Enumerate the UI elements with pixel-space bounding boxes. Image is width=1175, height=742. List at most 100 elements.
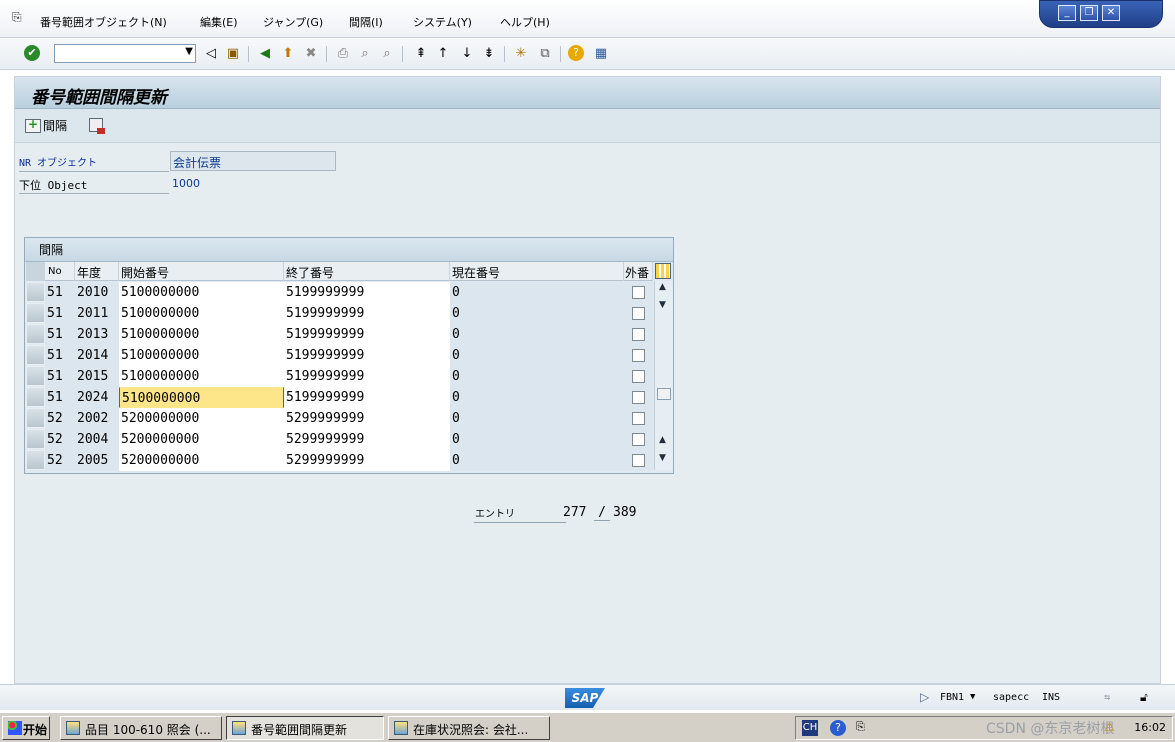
cell-current[interactable]: 0 [450, 450, 624, 471]
interval-button[interactable]: 間隔 [25, 117, 67, 134]
cell-end[interactable]: 5299999999 [284, 408, 450, 429]
cell-start[interactable]: 5200000000 [119, 429, 284, 450]
system-menu-icon[interactable]: ⎘ [12, 10, 28, 24]
external-checkbox[interactable] [632, 391, 645, 404]
cell-end[interactable]: 5199999999 [284, 366, 450, 387]
layout-icon[interactable]: ▦ [592, 45, 610, 63]
scroll-page-down-icon[interactable]: ▼ [659, 453, 666, 463]
restore-button[interactable]: ❐ [1080, 5, 1098, 21]
menu-system[interactable]: システム(Y) [413, 14, 472, 30]
command-field[interactable]: ▼ [54, 44, 196, 63]
dropdown-icon[interactable]: ▼ [185, 46, 193, 57]
cell-start[interactable]: 5100000000 [119, 345, 284, 366]
external-checkbox[interactable] [632, 433, 645, 446]
cell-start[interactable]: 5100000000 [119, 324, 284, 345]
menu-edit[interactable]: 編集(E) [200, 14, 238, 30]
menu-interval[interactable]: 間隔(I) [349, 14, 383, 30]
row-selector[interactable] [26, 366, 45, 386]
status-dropdown-icon[interactable]: ▼ [970, 692, 975, 702]
col-current-number[interactable]: 現在番号 [450, 262, 624, 281]
tray-help-icon[interactable]: ? [830, 720, 846, 736]
row-selector[interactable] [26, 345, 45, 365]
cell-current[interactable]: 0 [450, 366, 624, 387]
col-year[interactable]: 年度 [75, 262, 119, 281]
scroll-down-icon[interactable]: ▼ [659, 300, 666, 310]
cell-current[interactable]: 0 [450, 408, 624, 429]
cell-current[interactable]: 0 [450, 387, 624, 408]
shortcut-icon[interactable]: ⧉ [536, 45, 554, 63]
cancel-icon[interactable]: ✖ [302, 45, 320, 63]
cell-current[interactable]: 0 [450, 303, 624, 324]
prev-page-icon[interactable]: ↑ [434, 45, 452, 63]
find-icon[interactable]: ⌕ [356, 45, 374, 63]
cell-start[interactable]: 5200000000 [119, 408, 284, 429]
col-end-number[interactable]: 終了番号 [284, 262, 450, 281]
task-number-range-maintenance[interactable]: 番号範囲間隔更新 [226, 716, 384, 740]
menu-jump[interactable]: ジャンプ(G) [263, 14, 323, 30]
find-next-icon[interactable]: ⌕ [378, 45, 396, 63]
back-arrow-icon[interactable]: ◁ [202, 45, 220, 63]
row-selector[interactable] [26, 408, 45, 428]
external-checkbox[interactable] [632, 412, 645, 425]
help-icon[interactable]: ? [568, 45, 584, 61]
cell-end[interactable]: 5199999999 [284, 324, 450, 345]
cell-start[interactable]: 5100000000 [119, 282, 284, 303]
print-icon[interactable]: ⎙ [334, 45, 352, 63]
cell-current[interactable]: 0 [450, 324, 624, 345]
external-checkbox[interactable] [632, 349, 645, 362]
exit-icon[interactable]: ⬆ [279, 45, 297, 63]
back-icon[interactable]: ◀ [256, 45, 274, 63]
cell-end[interactable]: 5199999999 [284, 282, 450, 303]
cell-end[interactable]: 5199999999 [284, 387, 450, 408]
menu-number-range-object[interactable]: 番号範囲オブジェクト(N) [40, 14, 167, 30]
cell-start[interactable]: 5200000000 [119, 450, 284, 471]
lock-icon[interactable]: 🔓︎ [1140, 690, 1148, 705]
table-scrollbar[interactable]: ▲ ▼ ▲ ▼ [654, 281, 673, 470]
next-page-icon[interactable]: ↓ [458, 45, 476, 63]
table-settings-icon[interactable] [655, 263, 671, 279]
cell-current[interactable]: 0 [450, 282, 624, 303]
save-icon[interactable]: ▣ [224, 45, 242, 63]
cell-end[interactable]: 5199999999 [284, 303, 450, 324]
close-button[interactable]: ✕ [1102, 5, 1120, 21]
external-checkbox[interactable] [632, 307, 645, 320]
cell-start[interactable]: 5100000000 [119, 387, 284, 408]
row-selector[interactable] [26, 303, 45, 323]
new-session-icon[interactable]: ✳ [512, 45, 530, 63]
delete-interval-icon[interactable] [89, 118, 105, 134]
cell-start[interactable]: 5100000000 [119, 303, 284, 324]
row-selector[interactable] [26, 282, 45, 302]
cell-end[interactable]: 5199999999 [284, 345, 450, 366]
minimize-button[interactable]: _ [1058, 5, 1076, 21]
scroll-up-icon[interactable]: ▲ [659, 282, 666, 292]
menu-help[interactable]: ヘルプ(H) [500, 14, 550, 30]
col-start-number[interactable]: 開始番号 [119, 262, 284, 281]
cell-current[interactable]: 0 [450, 345, 624, 366]
cell-end[interactable]: 5299999999 [284, 450, 450, 471]
task-stock-overview[interactable]: 在庫状況照会: 会社... [388, 716, 550, 740]
row-selector[interactable] [26, 387, 45, 407]
check-icon[interactable]: ✔ [24, 45, 40, 61]
last-page-icon[interactable]: ⇟ [480, 45, 498, 63]
external-checkbox[interactable] [632, 286, 645, 299]
language-indicator[interactable]: CH [802, 720, 818, 736]
external-checkbox[interactable] [632, 370, 645, 383]
first-page-icon[interactable]: ⇞ [412, 45, 430, 63]
row-selector[interactable] [26, 324, 45, 344]
tray-input-icon[interactable]: ⎘ [856, 720, 865, 734]
scroll-page-up-icon[interactable]: ▲ [659, 435, 666, 445]
status-expand-icon[interactable]: ▷ [920, 690, 929, 704]
cell-end[interactable]: 5299999999 [284, 429, 450, 450]
warning-icon[interactable]: ⚠ [1104, 720, 1115, 734]
external-checkbox[interactable] [632, 454, 645, 467]
col-no[interactable]: No [45, 262, 75, 281]
cell-start[interactable]: 5100000000 [119, 366, 284, 387]
task-material-display[interactable]: 品目 100-610 照会 (... [60, 716, 222, 740]
row-selector[interactable] [26, 429, 45, 449]
cell-current[interactable]: 0 [450, 429, 624, 450]
row-selector[interactable] [26, 450, 45, 470]
select-all-header[interactable] [26, 262, 45, 281]
external-checkbox[interactable] [632, 328, 645, 341]
scrollbar-thumb[interactable] [657, 388, 671, 400]
col-external[interactable]: 外番 [624, 262, 653, 281]
